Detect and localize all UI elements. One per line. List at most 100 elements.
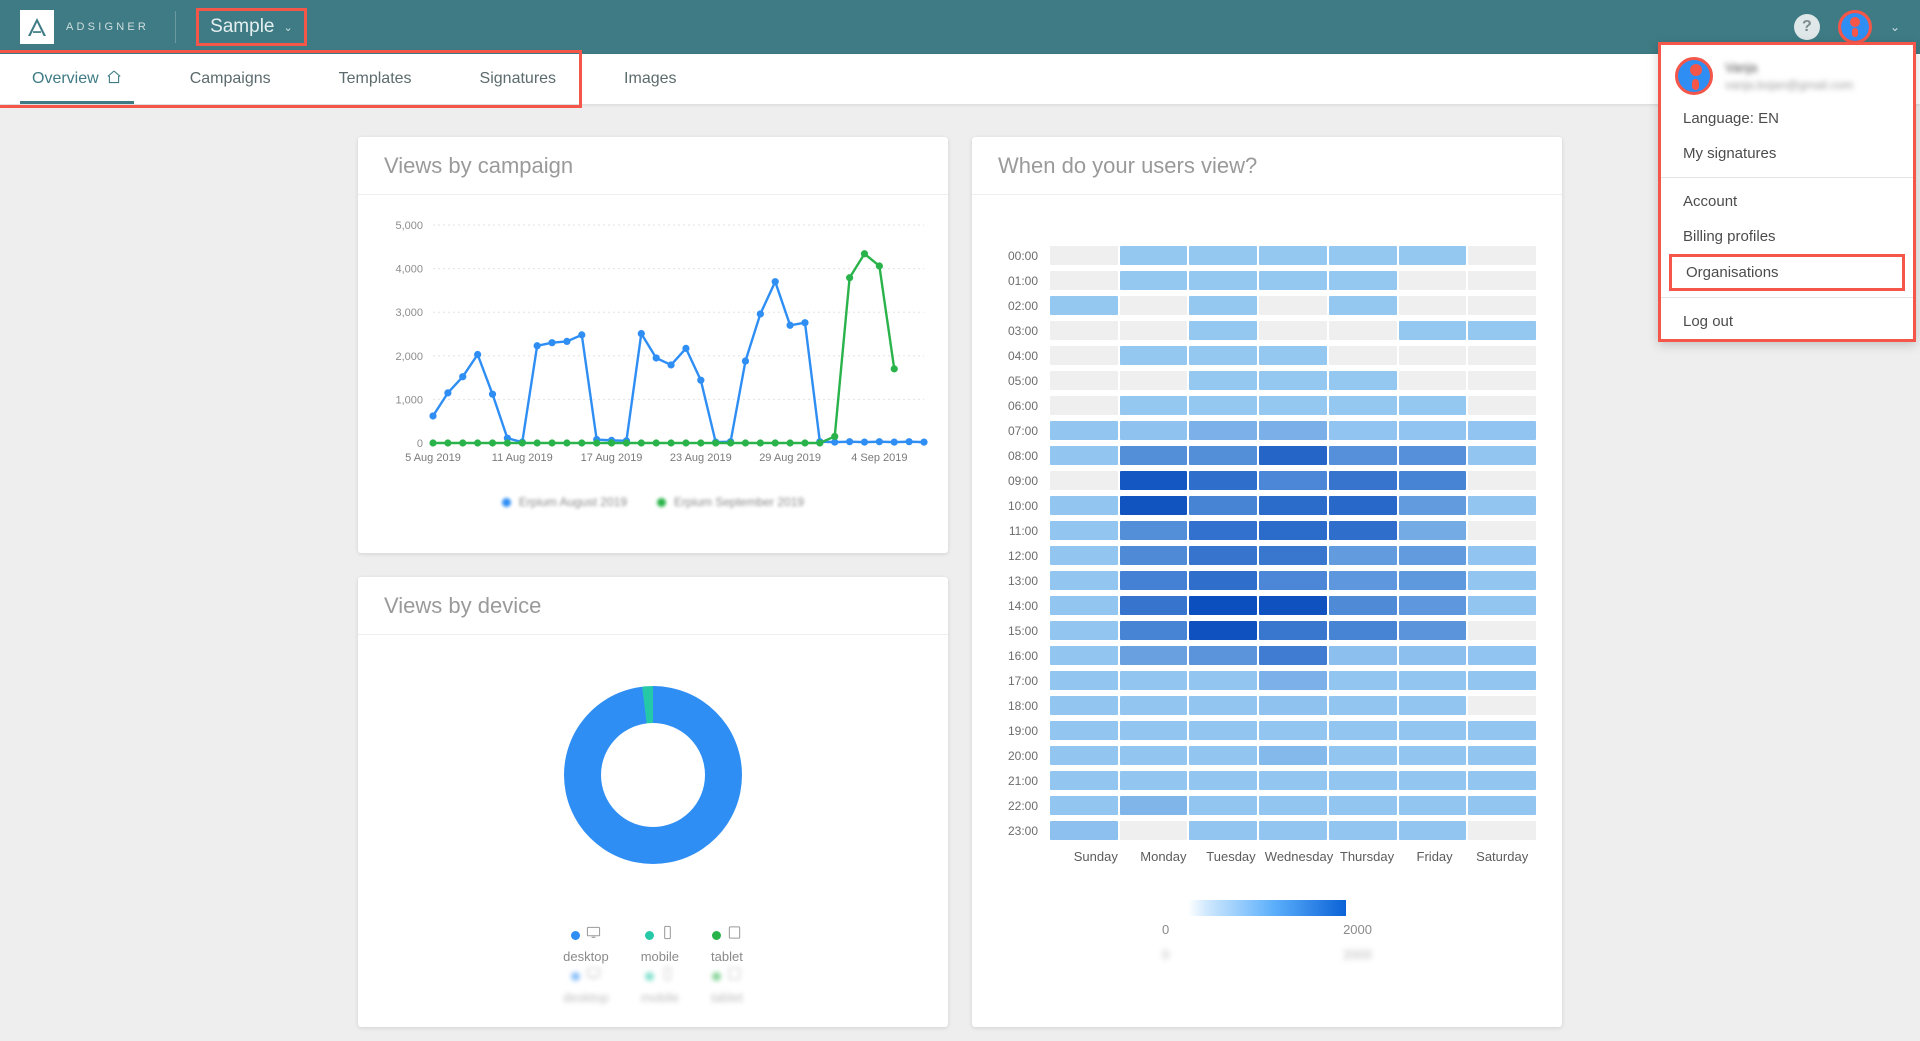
heatmap-cell[interactable] (1328, 596, 1397, 615)
heatmap-cell[interactable] (1328, 696, 1397, 715)
heatmap-cell[interactable] (1398, 746, 1467, 765)
menu-item-billing-profiles[interactable]: Billing profiles (1661, 219, 1913, 254)
heatmap-cell[interactable] (1050, 671, 1118, 690)
heatmap-cell[interactable] (1050, 696, 1118, 715)
heatmap-cell[interactable] (1189, 246, 1258, 265)
heatmap-cell[interactable] (1468, 596, 1537, 615)
heatmap-cell[interactable] (1189, 421, 1258, 440)
heatmap-cell[interactable] (1328, 396, 1397, 415)
help-icon[interactable]: ? (1793, 14, 1820, 40)
heatmap-cell[interactable] (1189, 496, 1258, 515)
heatmap-cell[interactable] (1328, 421, 1397, 440)
heatmap-cell[interactable] (1398, 821, 1467, 840)
menu-item-account[interactable]: Account (1661, 184, 1913, 219)
heatmap-cell[interactable] (1050, 446, 1118, 465)
heatmap-cell[interactable] (1468, 821, 1537, 840)
heatmap-cell[interactable] (1398, 696, 1467, 715)
heatmap-cell[interactable] (1119, 696, 1188, 715)
heatmap-cell[interactable] (1328, 771, 1397, 790)
heatmap-cell[interactable] (1050, 396, 1118, 415)
heatmap-cell[interactable] (1119, 521, 1188, 540)
heatmap-cell[interactable] (1398, 671, 1467, 690)
heatmap-cell[interactable] (1468, 796, 1537, 815)
heatmap-cell[interactable] (1468, 396, 1537, 415)
heatmap-cell[interactable] (1119, 271, 1188, 290)
heatmap-cell[interactable] (1468, 296, 1537, 315)
heatmap-cell[interactable] (1189, 796, 1258, 815)
heatmap-cell[interactable] (1398, 496, 1467, 515)
heatmap-cell[interactable] (1259, 396, 1327, 415)
heatmap-cell[interactable] (1050, 721, 1118, 740)
heatmap-cell[interactable] (1468, 371, 1537, 390)
heatmap-cell[interactable] (1328, 346, 1397, 365)
avatar[interactable] (1837, 10, 1872, 44)
heatmap-cell[interactable] (1119, 446, 1188, 465)
heatmap-cell[interactable] (1468, 546, 1537, 565)
heatmap-cell[interactable] (1119, 321, 1188, 340)
heatmap-cell[interactable] (1468, 421, 1537, 440)
heatmap-cell[interactable] (1050, 596, 1118, 615)
heatmap-cell[interactable] (1119, 821, 1188, 840)
heatmap-cell[interactable] (1050, 321, 1118, 340)
heatmap-cell[interactable] (1119, 721, 1188, 740)
heatmap-cell[interactable] (1398, 646, 1467, 665)
heatmap-cell[interactable] (1468, 246, 1537, 265)
heatmap-cell[interactable] (1328, 521, 1397, 540)
legend-item-mobile[interactable]: mobile (641, 925, 679, 964)
heatmap-cell[interactable] (1468, 696, 1537, 715)
legend-item-mobile[interactable]: mobile (641, 966, 679, 1005)
heatmap-cell[interactable] (1398, 621, 1467, 640)
heatmap-cell[interactable] (1189, 546, 1258, 565)
legend-item[interactable]: Erpium September 2019 (657, 495, 804, 509)
heatmap-cell[interactable] (1189, 621, 1258, 640)
heatmap-cell[interactable] (1259, 496, 1327, 515)
menu-item-my-signatures[interactable]: My signatures (1661, 136, 1913, 171)
organisation-selector[interactable]: Sample ⌄ (196, 8, 307, 46)
heatmap-cell[interactable] (1259, 246, 1327, 265)
heatmap-cell[interactable] (1259, 546, 1327, 565)
heatmap-cell[interactable] (1398, 421, 1467, 440)
heatmap-cell[interactable] (1259, 646, 1327, 665)
heatmap-cell[interactable] (1189, 296, 1258, 315)
heatmap-cell[interactable] (1050, 771, 1118, 790)
heatmap-cell[interactable] (1119, 246, 1188, 265)
heatmap-cell[interactable] (1398, 471, 1467, 490)
heatmap-cell[interactable] (1398, 396, 1467, 415)
tab-signatures[interactable]: Signatures (468, 54, 569, 104)
heatmap-cell[interactable] (1328, 621, 1397, 640)
heatmap-cell[interactable] (1328, 796, 1397, 815)
heatmap-cell[interactable] (1398, 296, 1467, 315)
legend-item-desktop[interactable]: desktop (563, 966, 609, 1005)
heatmap-cell[interactable] (1259, 421, 1327, 440)
heatmap-cell[interactable] (1189, 571, 1258, 590)
heatmap-cell[interactable] (1398, 346, 1467, 365)
legend-item-tablet[interactable]: tablet (711, 925, 743, 964)
heatmap-cell[interactable] (1398, 771, 1467, 790)
heatmap-cell[interactable] (1468, 746, 1537, 765)
heatmap-cell[interactable] (1259, 521, 1327, 540)
tab-campaigns[interactable]: Campaigns (178, 54, 283, 104)
heatmap-cell[interactable] (1328, 746, 1397, 765)
heatmap-cell[interactable] (1468, 571, 1537, 590)
heatmap-cell[interactable] (1259, 671, 1327, 690)
heatmap-cell[interactable] (1259, 621, 1327, 640)
heatmap-cell[interactable] (1050, 796, 1118, 815)
heatmap-cell[interactable] (1259, 571, 1327, 590)
tab-overview[interactable]: Overview (20, 54, 134, 104)
heatmap-cell[interactable] (1468, 621, 1537, 640)
heatmap-cell[interactable] (1119, 546, 1188, 565)
heatmap-cell[interactable] (1189, 771, 1258, 790)
heatmap-cell[interactable] (1119, 571, 1188, 590)
heatmap-cell[interactable] (1259, 796, 1327, 815)
menu-item-log-out[interactable]: Log out (1661, 304, 1913, 339)
heatmap-cell[interactable] (1050, 371, 1118, 390)
heatmap-cell[interactable] (1398, 446, 1467, 465)
heatmap-cell[interactable] (1259, 771, 1327, 790)
heatmap-cell[interactable] (1119, 621, 1188, 640)
heatmap-cell[interactable] (1119, 771, 1188, 790)
menu-item-language-en[interactable]: Language: EN (1661, 101, 1913, 136)
tab-templates[interactable]: Templates (327, 54, 424, 104)
chevron-down-icon[interactable]: ⌄ (1890, 20, 1900, 34)
heatmap-cell[interactable] (1328, 446, 1397, 465)
heatmap-cell[interactable] (1050, 621, 1118, 640)
